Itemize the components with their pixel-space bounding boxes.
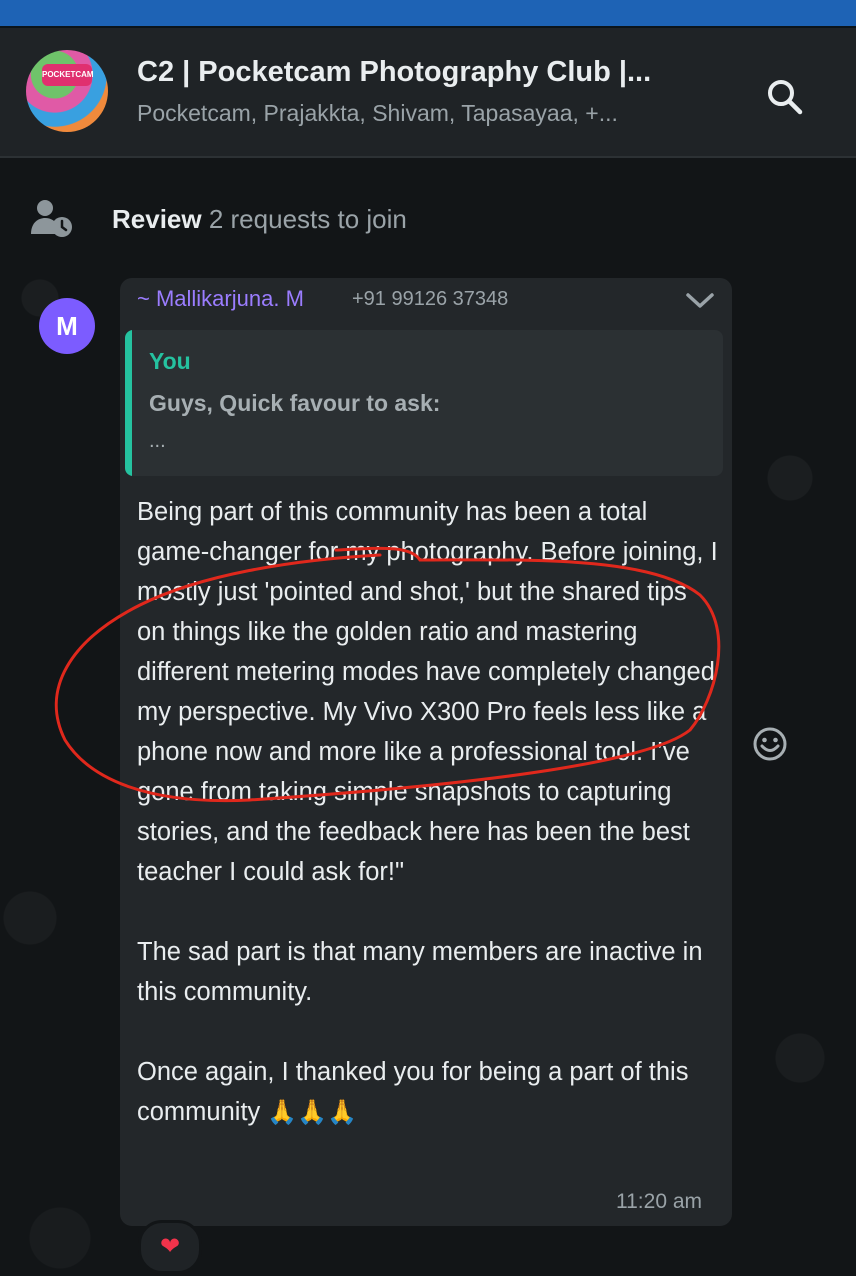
search-icon[interactable] bbox=[762, 74, 808, 120]
quote-ellipsis: ... bbox=[149, 430, 166, 452]
smiley-icon[interactable] bbox=[752, 726, 788, 762]
sender-name[interactable]: ~ Mallikarjuna. M bbox=[137, 286, 304, 312]
review-label: Review bbox=[112, 204, 202, 234]
group-avatar[interactable]: POCKETCAM bbox=[26, 50, 108, 132]
review-requests-banner[interactable]: Review 2 requests to join bbox=[0, 158, 856, 278]
quote-text: Guys, Quick favour to ask: bbox=[149, 390, 441, 416]
message-timestamp: 11:20 am bbox=[616, 1190, 702, 1213]
review-sub: 2 requests to join bbox=[208, 204, 407, 234]
window-top-strip bbox=[0, 0, 856, 28]
person-clock-icon bbox=[31, 200, 72, 237]
group-members: Pocketcam, Prajakkta, Shivam, Tapasayaa,… bbox=[137, 100, 618, 126]
heart-reaction[interactable]: ❤ bbox=[138, 1220, 202, 1274]
message-bubble[interactable]: ~ Mallikarjuna. M +91 99126 37348 You Gu… bbox=[120, 278, 732, 1226]
group-title[interactable]: C2 | Pocketcam Photography Club |... bbox=[137, 56, 707, 89]
message-paragraph-1: Being part of this community has been a … bbox=[137, 498, 718, 886]
quoted-message[interactable]: You Guys, Quick favour to ask: ... bbox=[125, 330, 723, 476]
sender-phone: +91 99126 37348 bbox=[352, 288, 509, 310]
chat-header[interactable]: POCKETCAM C2 | Pocketcam Photography Clu… bbox=[0, 28, 856, 158]
message-paragraph-2: The sad part is that many members are in… bbox=[137, 938, 703, 1006]
message-text: Being part of this community has been a … bbox=[137, 492, 722, 1133]
folded-hands-emoji: 🙏🙏🙏 bbox=[267, 1099, 358, 1126]
sender-avatar[interactable]: M bbox=[39, 298, 95, 354]
quote-author: You bbox=[149, 348, 191, 374]
review-text[interactable]: Review 2 requests to join bbox=[112, 204, 407, 235]
message-paragraph-3-text: Once again, I thanked you for being a pa… bbox=[137, 1058, 689, 1126]
chat-area[interactable]: Review 2 requests to join M ~ Mallikarju… bbox=[0, 158, 856, 1276]
quote-accent-bar bbox=[125, 330, 132, 476]
browser-tab-strip bbox=[0, 0, 856, 26]
chevron-down-icon[interactable] bbox=[684, 288, 716, 312]
message-paragraph-3: Once again, I thanked you for being a pa… bbox=[137, 1052, 722, 1133]
group-avatar-badge: POCKETCAM bbox=[42, 64, 94, 86]
